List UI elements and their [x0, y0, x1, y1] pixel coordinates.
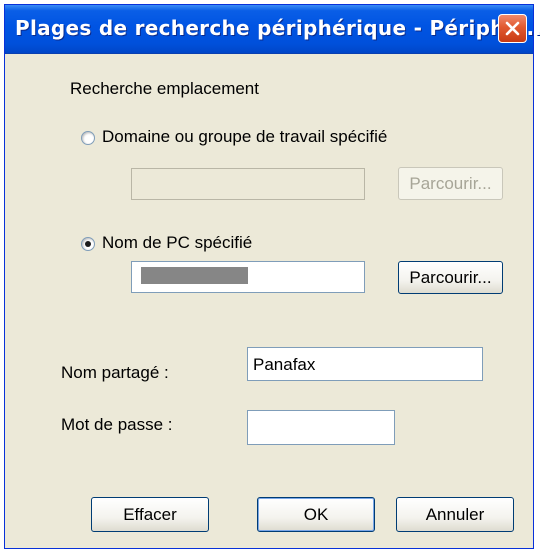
share-name-input[interactable]: Panafax [247, 347, 483, 381]
title-bar[interactable]: Plages de recherche périphérique - Périp… [5, 5, 540, 54]
clear-button[interactable]: Effacer [91, 497, 209, 532]
dialog-window: Plages de recherche périphérique - Périp… [4, 4, 540, 549]
window-title: Plages de recherche périphérique - Périp… [15, 16, 540, 40]
browse-pc-button[interactable]: Parcourir... [398, 261, 503, 294]
search-group-label: Recherche emplacement [70, 79, 259, 98]
cancel-button[interactable]: Annuler [396, 497, 514, 532]
password-label: Mot de passe : [61, 415, 173, 434]
domain-input [131, 168, 365, 200]
close-button[interactable] [498, 14, 527, 43]
password-input[interactable] [247, 410, 395, 445]
pc-option-label[interactable]: Nom de PC spécifié [102, 233, 252, 253]
pc-name-input[interactable] [131, 261, 365, 293]
share-name-value: Panafax [253, 355, 316, 374]
domain-radio[interactable] [81, 131, 95, 145]
share-label: Nom partagé : [61, 363, 169, 382]
pc-name-radio[interactable] [81, 237, 95, 251]
ok-button[interactable]: OK [257, 497, 375, 532]
redacted-pc-name [141, 267, 248, 284]
domain-option-label[interactable]: Domaine ou groupe de travail spécifié [102, 127, 387, 147]
browse-domain-button: Parcourir... [398, 167, 503, 200]
close-icon [505, 21, 520, 36]
